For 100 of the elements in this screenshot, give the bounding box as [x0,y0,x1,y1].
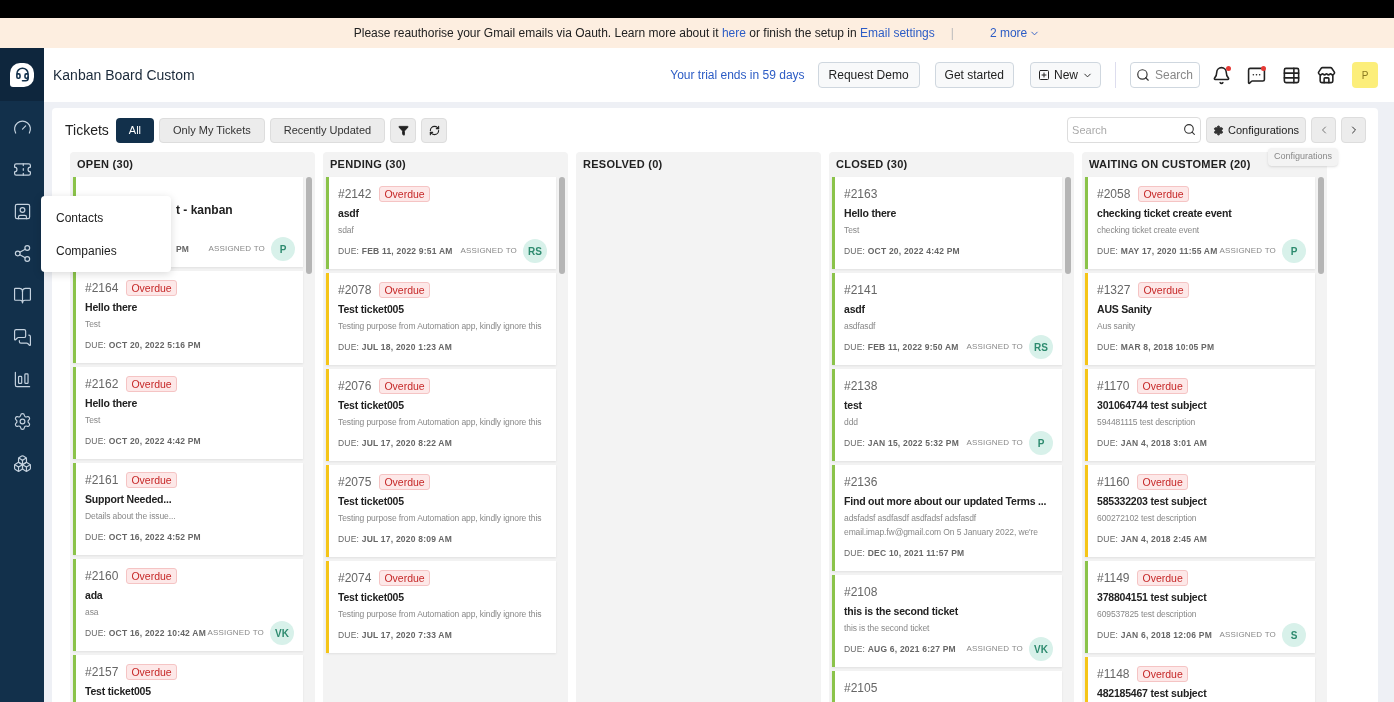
gauge-icon[interactable] [12,118,32,137]
page-title: Kanban Board Custom [53,65,195,85]
ticket-title: Hello there [844,206,897,221]
column-title: CLOSED (30) [836,157,908,171]
ticket-card[interactable]: #2078 Overdue Test ticket005 Testing purpose from Automation app, kindly ignore this DUE: JUL 18, 2020 1:23 AM [326,273,556,365]
ticket-number: #1327 [1097,282,1131,299]
refresh-icon [428,124,440,136]
assigned-label: ASSIGNED TO [966,643,1023,655]
ticket-description: Testing purpose from Automation app, kindly ignore this [338,320,543,333]
ticket-card[interactable]: #1149 Overdue 378804151 test subject 609537825 test description DUE: JAN 6, 2018 12:06 PM ASSIGNED TO S [1085,561,1315,653]
filter-tab[interactable]: Recently Updated [269,117,386,143]
assignee-avatar: S [1282,623,1306,647]
ticket-number: #2108 [844,584,878,601]
request-demo-button[interactable]: Request Demo [817,62,920,88]
overdue-badge: Overdue [379,474,430,490]
ticket-card[interactable]: #2141 asdf asdfasdf DUE: FEB 11, 2022 9:50 AM ASSIGNED TO RS [832,273,1062,365]
due-date: PM [176,242,189,256]
ticket-description: 609537825 test description [1097,608,1198,621]
ticket-card[interactable]: #1160 Overdue 585332203 test subject 600272102 test description DUE: JAN 4, 2018 2:45 AM [1085,465,1315,557]
chat-icon[interactable] [12,328,32,347]
assigned-label: ASSIGNED TO [1219,629,1276,641]
ticket-number: #2164 [85,280,119,297]
overdue-badge: Overdue [126,376,177,392]
configurations-button[interactable]: Configurations [1206,117,1306,143]
settings-icon[interactable] [12,412,32,431]
ticket-description: Testing purpose from Automation app, kindly ignore this [338,416,543,429]
assignee-avatar: VK [270,621,294,645]
ticket-title: test [844,398,862,413]
here-link[interactable]: here [721,26,746,40]
ticket-number: #2076 [338,378,372,395]
ticket-card[interactable]: #2161 Overdue Support Needed... Details about the issue... DUE: OCT 16, 2022 4:52 PM [73,463,303,555]
ticket-card[interactable]: #2075 Overdue Test ticket005 Testing purpose from Automation app, kindly ignore this DUE: JUL 17, 2020 8:09 AM [326,465,556,557]
book-icon[interactable] [12,286,32,305]
scrollbar[interactable] [1318,177,1324,274]
nodes-icon[interactable] [12,244,32,263]
ticket-card[interactable]: #2076 Overdue Test ticket005 Testing purpose from Automation app, kindly ignore this DUE: JUL 17, 2020 8:22 AM [326,369,556,461]
ticket-card[interactable]: #2142 Overdue asdf sdaf DUE: FEB 11, 2022 9:51 AM ASSIGNED TO RS [326,177,556,269]
overdue-badge: Overdue [379,186,430,202]
ticket-title: Find out more about our updated Terms ... [844,494,1047,509]
assignee-avatar: P [271,237,295,261]
due-date: DUE: JUL 17, 2020 7:33 AM [338,628,452,642]
new-button[interactable]: New [1030,62,1101,88]
due-date: DUE: OCT 20, 2022 4:42 PM [844,244,960,258]
ticket-card[interactable]: #2058 Overdue checking ticket create event checking ticket create event DUE: MAY 17, 2020 11:55 AM ASSIGNED TO P [1085,177,1315,269]
ticket-card[interactable]: #2157 Overdue Test ticket005 [73,655,303,702]
board-search-field[interactable]: Search [1067,117,1202,143]
more-link[interactable]: 2 more [989,24,1041,42]
search-field[interactable]: Search [1130,62,1200,88]
ticket-number: #2136 [844,474,878,491]
scrollbar[interactable] [306,177,312,274]
ticket-number: #2058 [1097,186,1131,203]
scrollbar[interactable] [559,177,565,274]
trial-link[interactable]: Your trial ends in 59 days [670,66,805,84]
ticket-card[interactable]: #2138 test ddd DUE: JAN 15, 2022 5:32 PM ASSIGNED TO P [832,369,1062,461]
due-date: DUE: OCT 16, 2022 10:42 AM [85,626,206,640]
ticket-card[interactable]: #2162 Overdue Hello there Test DUE: OCT 20, 2022 4:42 PM [73,367,303,459]
store-icon[interactable] [1317,65,1336,85]
chart-icon[interactable] [12,370,32,389]
email-settings-link[interactable]: Email settings [860,26,935,40]
contact-icon[interactable] [12,202,32,221]
plus-icon [1038,69,1050,81]
notification-icon[interactable] [1212,65,1231,85]
ticket-card[interactable]: #2160 Overdue ada asa DUE: OCT 16, 2022 10:42 AM ASSIGNED TO VK [73,559,303,651]
due-date: DUE: JAN 15, 2022 5:32 PM [844,436,959,450]
get-started-button[interactable]: Get started [934,62,1014,88]
board-icon[interactable] [1282,65,1301,85]
due-date: DUE: AUG 6, 2021 6:27 PM [844,642,956,656]
ticket-card[interactable]: #2105 [832,671,1062,702]
filter-button[interactable] [390,117,417,143]
banner-message: Please reauthorise your Gmail emails via Oauth. Learn more about it here or finish the setup in Email settings [353,25,935,42]
due-date: DUE: FEB 11, 2022 9:50 AM [844,340,959,354]
ticket-description: 600272102 test description [1097,512,1198,525]
ticket-number: #2162 [85,376,119,393]
ticket-card[interactable]: #2074 Overdue Test ticket005 Testing purpose from Automation app, kindly ignore this DUE: JUL 17, 2020 7:33 AM [326,561,556,653]
ticket-card[interactable]: #2136 Find out more about our updated Terms ... adsfadsf asdfasdf asdfadsf adsfasdf email.imap.fw@gmail.com On 5 January 2022, we're DUE: DEC 10, 2021 11:57 PM [832,465,1062,571]
ticket-number: #2141 [844,282,878,299]
ticket-card[interactable]: #2108 this is the second ticket this is the second ticket DUE: AUG 6, 2021 6:27 PM ASSIGNED TO VK [832,575,1062,667]
overdue-badge: Overdue [379,378,430,394]
ticket-title: 378804151 test subject [1097,590,1207,605]
ticket-title: Support Needed... [85,492,172,507]
ticket-card[interactable]: #1170 Overdue 301064744 test subject 594481115 test description DUE: JAN 4, 2018 3:01 AM [1085,369,1315,461]
ticket-card[interactable]: #1148 Overdue 482185467 test subject [1085,657,1315,702]
filter-tab[interactable]: All [115,117,155,143]
overdue-badge: Overdue [1138,282,1189,298]
logo-icon[interactable] [10,62,34,87]
ticket-card[interactable]: #2163 Hello there Test DUE: OCT 20, 2022 4:42 PM [832,177,1062,269]
separator: | [950,25,954,42]
due-date: DUE: OCT 16, 2022 4:52 PM [85,530,201,544]
ticket-card[interactable]: #2164 Overdue Hello there Test DUE: OCT 20, 2022 5:16 PM [73,271,303,363]
ticket-description: Test [844,224,861,237]
ticket-card[interactable]: #1327 Overdue AUS Sanity Aus sanity DUE: MAR 8, 2018 10:05 PM [1085,273,1315,365]
ticket-title: Test ticket005 [338,398,404,413]
user-avatar[interactable]: P [1352,62,1378,88]
ticket-title: checking ticket create event [1097,206,1232,221]
search-icon [1183,123,1197,136]
due-date: DUE: MAY 17, 2020 11:55 AM [1097,244,1218,258]
refresh-button[interactable] [421,117,448,143]
filter-tab[interactable]: Only My Tickets [159,117,265,143]
scrollbar[interactable] [1065,177,1071,274]
ticket-icon[interactable] [12,160,32,179]
